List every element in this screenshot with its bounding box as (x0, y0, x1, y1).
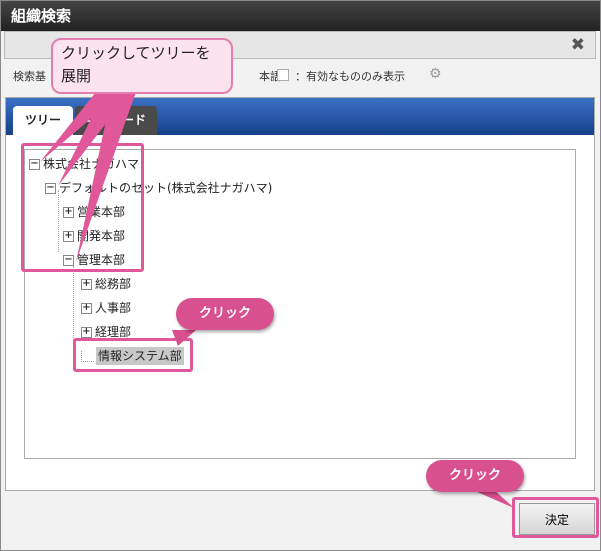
tree-node-label: 総務部 (95, 277, 132, 291)
tree-node-label: 株式会社ナガハマ (43, 157, 140, 171)
tree-node-set[interactable]: − デフォルトのセット(株式会社ナガハマ) (45, 178, 272, 198)
valid-only-checkbox[interactable] (277, 69, 289, 81)
tree-node-root[interactable]: − 株式会社ナガハマ (29, 154, 139, 174)
tree-guide-line (73, 266, 74, 356)
tree-node-label: 営業本部 (77, 205, 126, 219)
collapse-icon[interactable]: − (63, 255, 74, 266)
tree-node-label: 人事部 (95, 301, 132, 315)
tree-node-label: 開発本部 (77, 229, 126, 243)
tree-node-label: 経理部 (95, 325, 132, 339)
tab-keyword[interactable]: キーワード (75, 106, 157, 135)
dialog-title: 組織検索 (1, 1, 600, 31)
expand-icon[interactable]: + (81, 303, 92, 314)
collapse-icon[interactable]: − (29, 159, 40, 170)
tree-node-accounting[interactable]: + 経理部 (81, 322, 131, 342)
tree-node-sales[interactable]: + 営業本部 (63, 202, 125, 222)
tab-bar: ツリー キーワード (6, 98, 594, 135)
expand-icon[interactable]: + (81, 327, 92, 338)
search-condition-label: 検索基 (13, 70, 46, 83)
tree-guide-line (58, 190, 59, 252)
organization-tree: − 株式会社ナガハマ − デフォルトのセット(株式会社ナガハマ) + 営業本部 + 開発… (24, 149, 576, 459)
tree-node-label: 情報システム部 (96, 347, 184, 365)
tree-leaf-connector (81, 351, 94, 362)
tree-node-general-affairs[interactable]: + 総務部 (81, 274, 131, 294)
expand-icon[interactable]: + (81, 279, 92, 290)
click-callout-decide: クリック (426, 460, 524, 492)
expand-tree-callout: クリックしてツリーを展開 (51, 38, 233, 94)
close-icon[interactable]: ✖ (571, 35, 585, 55)
tree-node-label: デフォルトのセット(株式会社ナガハマ) (59, 181, 273, 195)
expand-icon[interactable]: + (63, 231, 74, 242)
tree-node-management[interactable]: − 管理本部 (63, 250, 125, 270)
decide-button[interactable]: 決定 (519, 503, 595, 535)
tree-node-development[interactable]: + 開発本部 (63, 226, 125, 246)
tab-panel: ツリー キーワード − 株式会社ナガハマ − デフォルトのセット(株式会社ナガハマ)… (5, 97, 595, 491)
tree-node-it[interactable]: 情報システム部 (81, 346, 184, 366)
expand-icon[interactable]: + (63, 207, 74, 218)
click-callout-node: クリック (176, 298, 274, 330)
collapse-icon[interactable]: − (45, 183, 56, 194)
tree-node-hr[interactable]: + 人事部 (81, 298, 131, 318)
tree-node-label: 管理本部 (77, 253, 126, 267)
tab-tree[interactable]: ツリー (13, 106, 73, 135)
valid-only-label: ：有効なもののみ表示 (295, 70, 405, 83)
gear-icon[interactable]: ⚙ (429, 66, 442, 82)
